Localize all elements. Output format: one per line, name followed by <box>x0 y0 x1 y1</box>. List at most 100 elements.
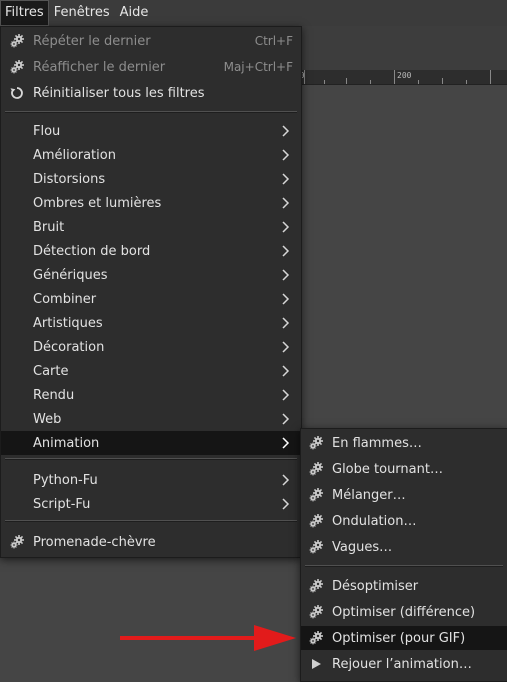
chevron-right-icon <box>282 413 290 425</box>
ruler-label-200: 200 <box>397 71 412 80</box>
submenu-web[interactable]: Web <box>1 407 301 431</box>
gear-icon <box>9 534 25 550</box>
shortcut-label: Maj+Ctrl+F <box>223 60 293 74</box>
submenu-carte[interactable]: Carte <box>1 359 301 383</box>
menu-fenetres[interactable]: Fenêtres <box>49 0 115 26</box>
submenu-generiques[interactable]: Génériques <box>1 263 301 287</box>
chevron-right-icon <box>282 498 290 510</box>
gear-icon <box>308 513 324 529</box>
chevron-right-icon <box>282 197 290 209</box>
chevron-right-icon <box>282 293 290 305</box>
submenu-bruit[interactable]: Bruit <box>1 215 301 239</box>
submenu-distorsions[interactable]: Distorsions <box>1 167 301 191</box>
gear-icon <box>308 578 324 594</box>
gear-icon <box>308 435 324 451</box>
menu-item-label: Désoptimiser <box>332 578 419 594</box>
submenu-decoration[interactable]: Décoration <box>1 335 301 359</box>
menu-item-label: Mélanger… <box>332 487 406 503</box>
menu-item-label: Réinitialiser tous les filtres <box>33 85 205 101</box>
chevron-right-icon <box>282 317 290 329</box>
menu-separator <box>5 111 297 113</box>
submenu-detection-bord[interactable]: Détection de bord <box>1 239 301 263</box>
menu-item-label: Carte <box>33 363 69 379</box>
menu-item-promenade-chevre[interactable]: Promenade-chèvre <box>1 530 301 554</box>
menu-item-reset-all-filters[interactable]: Réinitialiser tous les filtres <box>1 81 301 105</box>
menu-item-globe-tournant[interactable]: Globe tournant… <box>301 457 507 481</box>
menu-item-label: Bruit <box>33 219 65 235</box>
menu-item-rejouer-animation[interactable]: Rejouer l’animation… <box>301 652 507 676</box>
menu-item-label: Rejouer l’animation… <box>332 656 472 672</box>
submenu-script-fu[interactable]: Script-Fu <box>1 492 301 516</box>
submenu-artistiques[interactable]: Artistiques <box>1 311 301 335</box>
menu-item-label: Promenade-chèvre <box>33 534 156 550</box>
chevron-right-icon <box>282 149 290 161</box>
menu-item-en-flammes[interactable]: En flammes… <box>301 431 507 455</box>
submenu-python-fu[interactable]: Python-Fu <box>1 468 301 492</box>
menu-item-label: Globe tournant… <box>332 461 443 477</box>
menu-item-label: Détection de bord <box>33 243 151 259</box>
chevron-right-icon <box>282 269 290 281</box>
submenu-combiner[interactable]: Combiner <box>1 287 301 311</box>
gear-with-gauge-icon <box>9 59 25 75</box>
menubar: Filtres Fenêtres Aide <box>0 0 507 26</box>
menu-item-label: Combiner <box>33 291 97 307</box>
menu-item-label: Script-Fu <box>33 496 91 512</box>
menu-item-label: Génériques <box>33 267 108 283</box>
submenu-flou[interactable]: Flou <box>1 119 301 143</box>
submenu-amelioration[interactable]: Amélioration <box>1 143 301 167</box>
menu-item-ondulation[interactable]: Ondulation… <box>301 509 507 533</box>
chevron-right-icon <box>282 474 290 486</box>
gear-icon <box>308 487 324 503</box>
menu-item-repeat-last[interactable]: Répéter le dernier Ctrl+F <box>1 29 301 53</box>
gear-icon <box>308 539 324 555</box>
menu-item-label: Animation <box>33 435 100 451</box>
chevron-right-icon <box>282 173 290 185</box>
menu-filtres[interactable]: Filtres <box>0 0 49 26</box>
menu-item-label: Optimiser (différence) <box>332 604 476 620</box>
chevron-right-icon <box>282 437 290 449</box>
red-arrow-annotation <box>120 625 296 651</box>
menu-item-label: Ondulation… <box>332 513 417 529</box>
menu-item-label: Répéter le dernier <box>33 33 151 49</box>
menu-item-label: En flammes… <box>332 435 422 451</box>
horizontal-ruler[interactable]: 100 200 <box>290 70 507 85</box>
gear-icon <box>9 33 25 49</box>
chevron-right-icon <box>282 221 290 233</box>
chevron-right-icon <box>282 245 290 257</box>
chevron-right-icon <box>282 389 290 401</box>
menu-item-label: Python-Fu <box>33 472 98 488</box>
menu-item-label: Ombres et lumières <box>33 195 162 211</box>
submenu-rendu[interactable]: Rendu <box>1 383 301 407</box>
menu-separator <box>305 565 503 567</box>
image-tab-strip <box>300 26 507 70</box>
play-icon <box>308 656 324 672</box>
menu-item-label: Rendu <box>33 387 75 403</box>
shortcut-label: Ctrl+F <box>254 34 293 48</box>
animation-submenu: En flammes… Globe tournant… Mélanger… On… <box>300 428 507 682</box>
chevron-right-icon <box>282 365 290 377</box>
menu-item-label: Réafficher le dernier <box>33 59 166 75</box>
gear-icon <box>308 461 324 477</box>
chevron-right-icon <box>282 125 290 137</box>
menu-item-melanger[interactable]: Mélanger… <box>301 483 507 507</box>
menu-item-optimiser-pour-gif[interactable]: Optimiser (pour GIF) <box>301 626 507 650</box>
menu-item-label: Amélioration <box>33 147 116 163</box>
menu-item-label: Artistiques <box>33 315 103 331</box>
submenu-ombres-lumieres[interactable]: Ombres et lumières <box>1 191 301 215</box>
menu-item-label: Vagues… <box>332 539 393 555</box>
menu-item-vagues[interactable]: Vagues… <box>301 535 507 559</box>
menu-item-label: Web <box>33 411 62 427</box>
menu-separator <box>5 458 297 460</box>
menu-item-label: Distorsions <box>33 171 106 187</box>
menu-item-label: Optimiser (pour GIF) <box>332 630 466 646</box>
menu-item-optimiser-difference[interactable]: Optimiser (différence) <box>301 600 507 624</box>
menu-item-desoptimiser[interactable]: Désoptimiser <box>301 574 507 598</box>
menu-item-label: Décoration <box>33 339 105 355</box>
submenu-animation[interactable]: Animation <box>1 431 301 455</box>
menu-item-reshow-last[interactable]: Réafficher le dernier Maj+Ctrl+F <box>1 55 301 79</box>
gear-icon <box>308 604 324 620</box>
menu-item-label: Flou <box>33 123 61 139</box>
menu-separator <box>5 520 297 522</box>
filters-menu: Répéter le dernier Ctrl+F Réafficher le … <box>0 26 302 558</box>
menu-aide[interactable]: Aide <box>115 0 154 26</box>
